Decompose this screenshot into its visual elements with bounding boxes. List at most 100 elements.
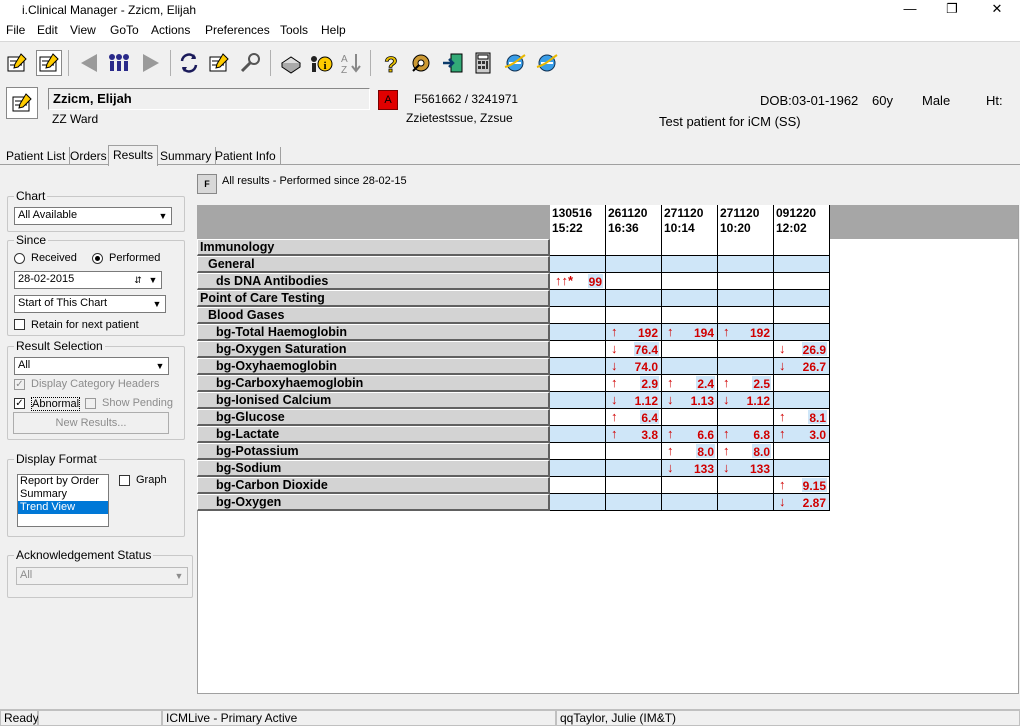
column-header[interactable]: 271120 10:14	[662, 205, 718, 239]
result-cell[interactable]	[550, 307, 606, 324]
patients-icon[interactable]	[4, 50, 30, 76]
browser-icon[interactable]	[502, 50, 528, 76]
result-cell[interactable]	[718, 494, 774, 511]
result-cell[interactable]	[550, 443, 606, 460]
result-cell[interactable]	[550, 239, 606, 256]
result-cell[interactable]	[662, 409, 718, 426]
menu-edit[interactable]: Edit	[37, 23, 58, 37]
edit-note-icon[interactable]	[206, 50, 232, 76]
notes-icon[interactable]	[36, 50, 62, 76]
maximize-button[interactable]: ❐	[930, 0, 974, 20]
column-header[interactable]: 091220 12:02	[774, 205, 830, 239]
result-cell[interactable]	[774, 307, 830, 324]
alert-badge[interactable]: A	[378, 90, 398, 110]
display-format-list[interactable]: Report by Order Summary Trend View	[17, 474, 109, 527]
calculator-icon[interactable]	[470, 50, 496, 76]
result-cell[interactable]	[774, 239, 830, 256]
result-cell[interactable]	[550, 392, 606, 409]
exit-door-icon[interactable]	[440, 50, 466, 76]
display-category-checkbox[interactable]: ✓	[14, 379, 25, 390]
result-cell[interactable]	[550, 409, 606, 426]
result-cell[interactable]: ↑ 6.8	[718, 426, 774, 443]
result-cell[interactable]	[774, 324, 830, 341]
received-radio[interactable]	[14, 253, 25, 264]
result-cell[interactable]	[606, 273, 662, 290]
result-cell[interactable]: ↑ 192	[606, 324, 662, 341]
result-cell[interactable]: ↑ 8.0	[718, 443, 774, 460]
menu-help[interactable]: Help	[321, 23, 346, 37]
result-cell[interactable]	[774, 256, 830, 273]
result-cell[interactable]	[606, 443, 662, 460]
result-cell[interactable]: ↑ 2.5	[718, 375, 774, 392]
tab-summary[interactable]: Summary	[156, 147, 217, 165]
result-cell[interactable]	[662, 273, 718, 290]
result-cell[interactable]	[774, 290, 830, 307]
result-cell[interactable]	[662, 290, 718, 307]
result-cell[interactable]	[550, 477, 606, 494]
result-cell[interactable]	[718, 409, 774, 426]
result-cell[interactable]: ↑↑* 99	[550, 273, 606, 290]
tab-results[interactable]: Results	[108, 145, 159, 166]
result-cell[interactable]	[606, 307, 662, 324]
result-cell[interactable]	[606, 239, 662, 256]
result-cell[interactable]	[774, 273, 830, 290]
chart-select[interactable]: All Available ▼	[14, 207, 172, 225]
result-cell[interactable]	[718, 256, 774, 273]
result-cell[interactable]	[718, 307, 774, 324]
menu-preferences[interactable]: Preferences	[205, 23, 270, 37]
column-header[interactable]: 130516 15:22	[550, 205, 606, 239]
ack-select[interactable]: All ▼	[16, 567, 188, 585]
search-icon[interactable]	[238, 50, 264, 76]
sort-az-icon[interactable]: AZ	[338, 50, 364, 76]
result-cell[interactable]	[662, 477, 718, 494]
result-cell[interactable]: ↑ 8.1	[774, 409, 830, 426]
result-cell[interactable]	[550, 256, 606, 273]
minimize-button[interactable]: —	[888, 0, 932, 20]
show-pending-checkbox[interactable]	[85, 398, 96, 409]
format-summary[interactable]: Summary	[18, 488, 108, 501]
result-cell[interactable]: ↑ 3.0	[774, 426, 830, 443]
result-cell[interactable]: ↑ 6.6	[662, 426, 718, 443]
result-cell[interactable]: ↓ 74.0	[606, 358, 662, 375]
refresh-icon[interactable]	[176, 50, 202, 76]
result-cell[interactable]	[718, 341, 774, 358]
spinner-icon[interactable]: ⇵	[131, 273, 145, 287]
result-cell[interactable]: ↓ 26.9	[774, 341, 830, 358]
result-cell[interactable]	[774, 460, 830, 477]
result-cell[interactable]: ↑ 9.15	[774, 477, 830, 494]
chevron-down-icon[interactable]: ▼	[146, 273, 160, 287]
since-start-select[interactable]: Start of This Chart ▼	[14, 295, 166, 313]
result-cell[interactable]: ↑ 194	[662, 324, 718, 341]
patient-note-button[interactable]	[6, 87, 38, 119]
result-cell[interactable]	[718, 273, 774, 290]
result-cell[interactable]: ↓ 1.12	[718, 392, 774, 409]
result-cell[interactable]: ↓ 26.7	[774, 358, 830, 375]
column-header[interactable]: 271120 10:20	[718, 205, 774, 239]
result-cell[interactable]	[606, 477, 662, 494]
result-cell[interactable]	[550, 324, 606, 341]
result-cell[interactable]: ↑ 2.9	[606, 375, 662, 392]
result-cell[interactable]	[606, 256, 662, 273]
new-results-button[interactable]: New Results...	[13, 412, 169, 434]
back-arrow-icon[interactable]	[76, 50, 102, 76]
result-cell[interactable]: ↓ 133	[662, 460, 718, 477]
result-cell[interactable]: ↓ 1.12	[606, 392, 662, 409]
tab-patient-list[interactable]: Patient List	[2, 147, 71, 165]
tab-orders[interactable]: Orders	[66, 147, 112, 165]
result-cell[interactable]	[550, 494, 606, 511]
result-cell[interactable]: ↓ 2.87	[774, 494, 830, 511]
result-cell[interactable]: ↑ 8.0	[662, 443, 718, 460]
result-cell[interactable]	[550, 358, 606, 375]
result-cell[interactable]	[662, 307, 718, 324]
result-cell[interactable]	[606, 460, 662, 477]
forward-arrow-icon[interactable]	[138, 50, 164, 76]
menu-actions[interactable]: Actions	[151, 23, 190, 37]
people-icon[interactable]	[106, 50, 132, 76]
result-cell[interactable]	[550, 460, 606, 477]
result-cell[interactable]	[662, 256, 718, 273]
result-cell[interactable]	[662, 239, 718, 256]
menu-view[interactable]: View	[70, 23, 96, 37]
result-cell[interactable]	[774, 375, 830, 392]
tools-icon[interactable]	[408, 50, 434, 76]
performed-radio[interactable]	[92, 253, 103, 264]
